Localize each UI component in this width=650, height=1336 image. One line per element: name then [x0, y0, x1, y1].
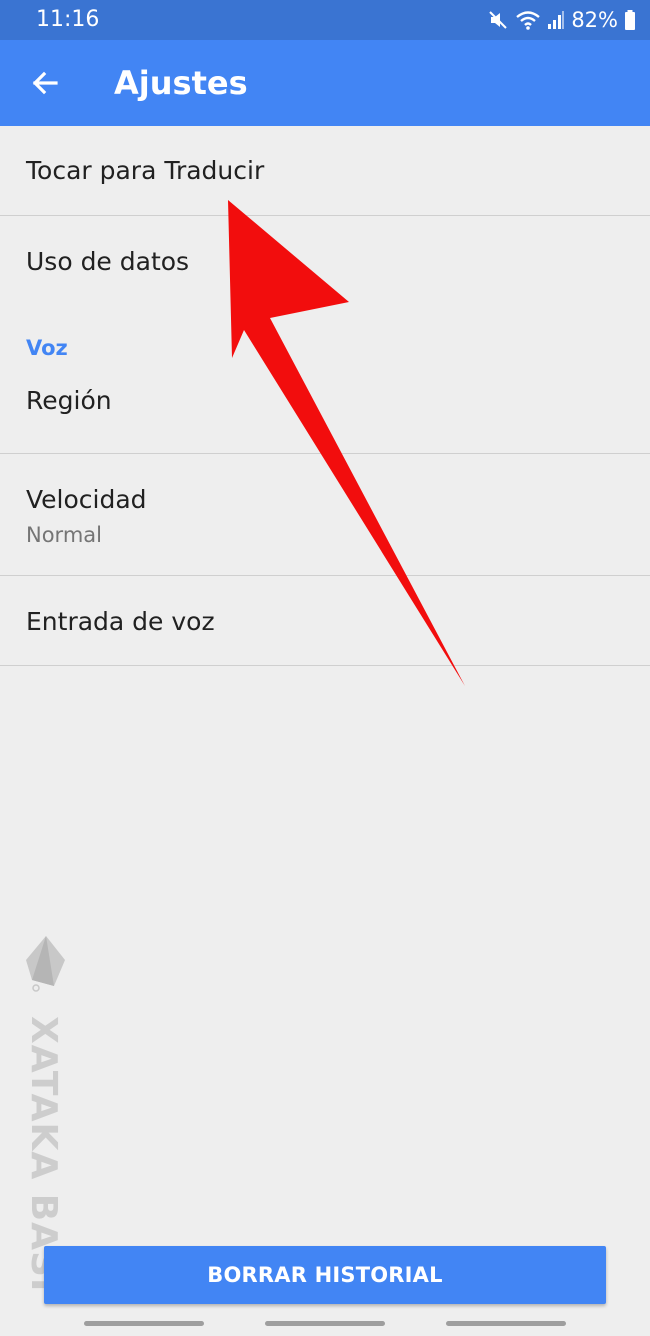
app-bar: Ajustes [0, 40, 650, 126]
clear-history-button[interactable]: BORRAR HISTORIAL [44, 1246, 606, 1304]
status-time: 11:16 [36, 7, 100, 32]
setting-label: Región [26, 386, 112, 415]
watermark: XATAKA BASICS [18, 930, 78, 1336]
settings-list: Tocar para Traducir Uso de datos Voz Reg… [0, 126, 650, 666]
page-title: Ajustes [114, 64, 248, 102]
setting-label: Velocidad [26, 485, 147, 514]
nav-recents[interactable] [84, 1321, 204, 1326]
signal-icon [548, 11, 565, 29]
battery-icon [625, 10, 635, 30]
battery-percent: 82% [571, 8, 618, 32]
section-header-voz: Voz [26, 336, 68, 360]
setting-label: Entrada de voz [26, 607, 215, 636]
nav-home[interactable] [265, 1321, 385, 1326]
mute-icon [489, 11, 508, 29]
arrow-back-icon [32, 71, 58, 95]
wifi-icon [516, 11, 541, 30]
setting-value: Normal [26, 523, 102, 547]
setting-voice-input[interactable]: Entrada de voz [0, 576, 650, 666]
status-icons: 82% [487, 6, 636, 34]
setting-tap-to-translate[interactable]: Tocar para Traducir [0, 126, 650, 216]
setting-label: Tocar para Traducir [26, 156, 265, 185]
setting-speed[interactable]: Velocidad Normal [0, 454, 650, 576]
status-bar: 11:16 82% [0, 0, 650, 40]
nav-back[interactable] [446, 1321, 566, 1326]
voice-section: Voz Región [0, 304, 650, 454]
xataka-logo-icon: XATAKA BASICS [23, 936, 65, 1336]
setting-data-usage[interactable]: Uso de datos [0, 216, 650, 304]
back-button[interactable] [22, 60, 68, 106]
setting-region[interactable]: Región [0, 366, 650, 453]
setting-label: Uso de datos [26, 247, 190, 276]
